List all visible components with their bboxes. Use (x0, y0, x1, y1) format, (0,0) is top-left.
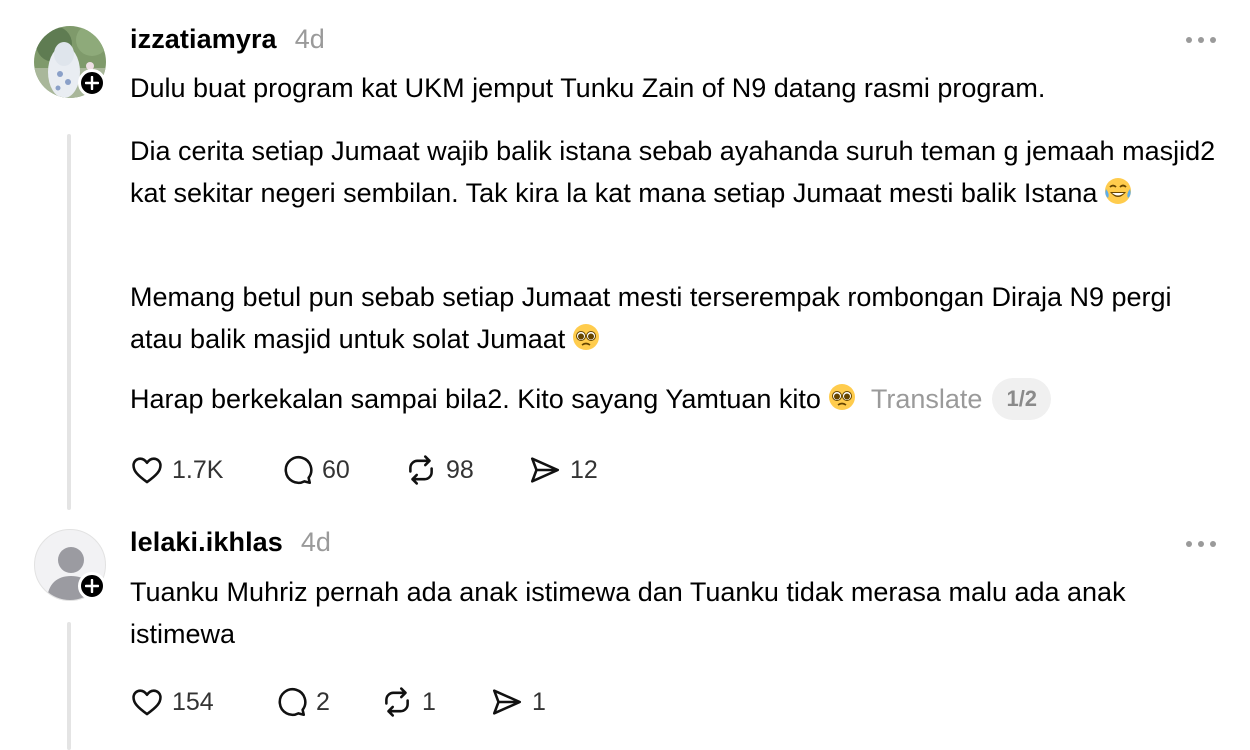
reply-count: 60 (322, 455, 350, 484)
pleading-face-emoji-icon (571, 322, 601, 364)
like-button[interactable]: 154 (130, 685, 274, 719)
follow-plus-icon[interactable] (78, 572, 106, 600)
thread-line (67, 622, 71, 750)
timestamp[interactable]: 4d (301, 527, 331, 558)
pleading-face-emoji-icon (827, 382, 857, 424)
page-indicator[interactable]: 1/2 (992, 378, 1052, 420)
repost-button[interactable]: 1 (380, 685, 490, 719)
avatar[interactable] (34, 529, 106, 601)
username[interactable]: lelaki.ikhlas (130, 527, 283, 558)
post-text-paragraph: Dia cerita setiap Jumaat wajib balik ist… (130, 130, 1220, 218)
heart-icon (132, 457, 162, 484)
more-options-icon[interactable] (1176, 30, 1216, 50)
post-text-paragraph: Memang betul pun sebab setiap Jumaat mes… (130, 276, 1220, 364)
like-button[interactable]: 1.7K (130, 453, 280, 487)
repost-count: 98 (446, 455, 474, 484)
reply-count: 2 (316, 687, 330, 716)
send-icon (492, 689, 522, 715)
comment-icon (278, 687, 307, 717)
share-count: 12 (570, 455, 598, 484)
action-bar: 154 2 1 1 (130, 682, 590, 722)
action-bar: 1.7K 60 98 12 (130, 450, 628, 490)
repost-icon (409, 455, 433, 485)
share-button[interactable]: 12 (528, 453, 628, 487)
follow-plus-icon[interactable] (78, 69, 106, 97)
thread-line (67, 134, 71, 510)
repost-icon (385, 687, 409, 717)
post-text-paragraph: Harap berkekalan sampai bila2. Kito saya… (130, 378, 1220, 424)
like-count: 1.7K (172, 455, 224, 484)
laughing-tears-emoji-icon (1103, 176, 1133, 218)
reply-button[interactable]: 60 (280, 453, 404, 487)
repost-count: 1 (422, 687, 436, 716)
post-text-paragraph: Tuanku Muhriz pernah ada anak istimewa d… (130, 577, 1126, 649)
username[interactable]: izzatiamyra (130, 24, 277, 55)
timestamp[interactable]: 4d (295, 24, 325, 55)
post-text-paragraph: Dulu buat program kat UKM jemput Tunku Z… (130, 73, 1046, 103)
reply-button[interactable]: 2 (274, 685, 380, 719)
more-options-icon[interactable] (1176, 534, 1216, 554)
repost-button[interactable]: 98 (404, 453, 528, 487)
like-count: 154 (172, 687, 214, 716)
translate-link[interactable]: Translate (871, 384, 983, 414)
share-count: 1 (532, 687, 546, 716)
share-button[interactable]: 1 (490, 685, 590, 719)
comment-icon (284, 455, 313, 485)
send-icon (530, 457, 560, 483)
avatar[interactable] (34, 26, 106, 98)
heart-icon (132, 689, 162, 716)
